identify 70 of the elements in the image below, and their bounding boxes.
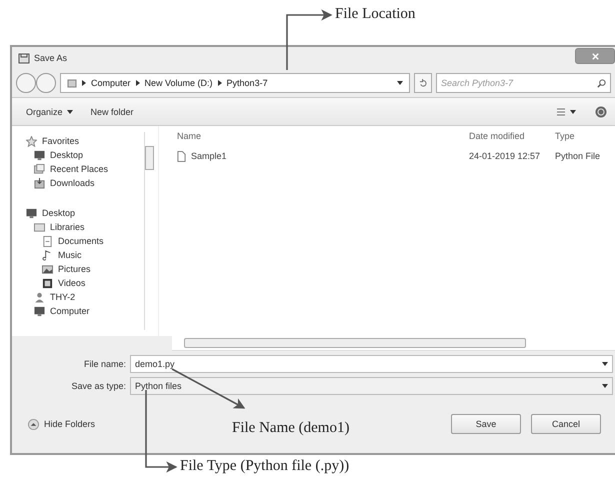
folder-icon [67,78,77,88]
breadcrumb[interactable]: Python3-7 [226,78,268,88]
sidebar-item[interactable]: Recent Places [12,162,140,176]
dropdown-icon [602,384,608,388]
back-forward-buttons[interactable] [16,73,56,93]
search-icon [597,78,606,88]
cancel-button[interactable]: Cancel [531,414,601,434]
hide-folders-button[interactable]: Hide Folders [22,418,102,430]
video-icon [42,278,53,288]
sidebar-item[interactable]: Documents [12,234,140,248]
help-button[interactable] [593,104,609,120]
sidebar-item[interactable]: Downloads [12,176,140,190]
annotation-label: File Location [335,6,416,23]
save-icon [18,52,30,64]
breadcrumb[interactable]: New Volume (D:) [144,78,213,88]
save-button[interactable]: Save [451,414,521,434]
chevron-icon [218,80,222,86]
column-header[interactable]: Date modified [469,131,555,141]
sidebar-item[interactable]: Pictures [12,262,140,276]
column-header[interactable]: Name [159,131,469,141]
view-options-button[interactable] [555,106,579,118]
annotation-label: File Name (demo1) [232,420,350,437]
sidebar-item[interactable]: Videos [12,276,140,290]
document-icon [42,236,53,246]
monitor-icon [34,150,45,160]
window-title: Save As [34,53,68,63]
breadcrumb[interactable]: Computer [91,78,131,88]
new-folder-button[interactable]: New folder [88,104,136,118]
leader-line [286,9,332,70]
file-type-dropdown[interactable]: Python files [130,377,613,395]
organize-button[interactable]: Organize [24,104,75,118]
sidebar-item[interactable]: Desktop [12,206,140,220]
dropdown-icon [602,362,608,366]
refresh-button[interactable] [414,73,432,93]
search-field[interactable]: Search Python3-7 [436,73,611,93]
table-cell-text: 24-01-2019 12:57 [469,151,542,161]
field-label: Save as type: [70,381,126,391]
sidebar-item[interactable]: Computer [12,304,140,318]
close-button[interactable] [575,48,615,64]
music-icon [42,250,53,260]
file-name-field[interactable]: demo1.py [130,355,613,373]
sidebar-item[interactable]: Libraries [12,220,140,234]
sidebar-item[interactable]: Favorites [12,134,140,148]
caret-icon [66,110,73,114]
file-icon [177,150,186,162]
monitor-icon [26,208,37,218]
column-header[interactable]: Type [555,131,615,141]
sidebar-item[interactable]: Music [12,248,140,262]
vertical-scrollbar[interactable] [144,132,154,330]
horizontal-scrollbar[interactable] [172,336,615,351]
address-bar[interactable]: Computer New Volume (D:) Python3-7 [60,73,410,93]
places-icon [34,164,45,174]
field-label: File name: [82,359,126,369]
sidebar-item[interactable]: THY-2 [12,290,140,304]
table-cell-text: Python File [555,151,602,161]
annotation-label: File Type (Python file (.py)) [180,458,350,475]
person-icon [34,292,45,302]
chevron-icon [82,80,86,86]
search-input[interactable]: Search Python3-7 [441,78,597,88]
file-name[interactable]: Sample1 [191,151,227,161]
download-icon [34,178,45,188]
folder-icon [34,222,45,232]
refresh-icon [418,78,428,88]
close-icon [590,52,600,60]
computer-icon [34,306,45,316]
dropdown-icon[interactable] [397,81,403,85]
picture-icon [42,264,53,274]
sidebar-item[interactable]: Desktop [12,148,140,162]
chevron-icon [136,80,140,86]
star-icon [26,136,37,146]
